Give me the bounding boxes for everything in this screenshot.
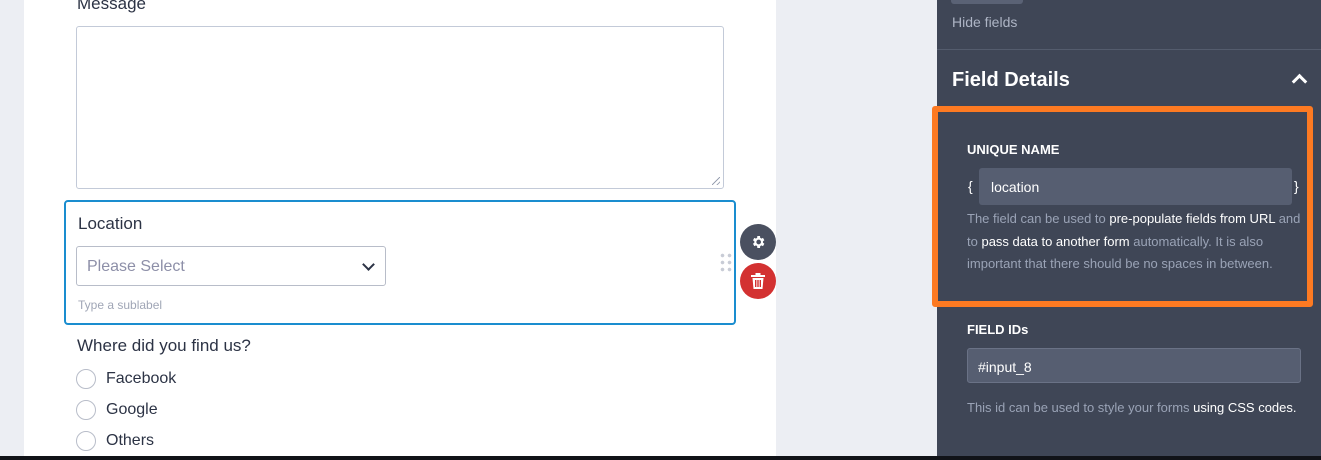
unique-name-highlight [932,106,1313,307]
location-label: Location [78,214,143,233]
css-codes-link[interactable]: using CSS codes. [1193,400,1296,415]
field-ids-heading: FIELD IDs [967,322,1029,337]
unique-name-heading: UNIQUE NAME [967,142,1060,157]
unique-name-input[interactable]: location [979,168,1292,205]
chevron-down-icon [362,258,375,271]
radio-option-others[interactable]: Others [76,431,154,451]
resize-grip-icon[interactable] [712,177,720,185]
radio-circle[interactable] [76,431,96,451]
radio-label: Facebook [106,370,177,387]
window-bottom-edge [0,456,1321,460]
radio-label: Others [106,432,155,449]
gear-icon [753,236,765,248]
desc-text: The field can be used to [967,211,1110,226]
close-brace: } [1294,178,1299,194]
field-details-title[interactable]: Field Details [952,69,1070,92]
radio-circle[interactable] [76,400,96,420]
trash-icon [751,273,765,289]
unique-name-description: The field can be used to pre-populate fi… [967,208,1307,276]
radio-option-facebook[interactable]: Facebook [76,369,176,389]
open-brace: { [968,178,973,194]
field-settings-button[interactable] [740,224,776,260]
location-select-placeholder: Please Select [87,258,185,275]
drag-handle-icon[interactable] [719,252,733,274]
prepopulate-link[interactable]: pre-populate fields from URL [1109,211,1275,226]
location-select[interactable]: Please Select [76,246,386,286]
radio-label: Google [106,401,158,418]
pass-data-link[interactable]: pass data to another form [981,234,1129,249]
hide-fields-label: Hide fields [952,14,1018,30]
hide-fields-toggle[interactable] [951,0,1023,4]
field-delete-button[interactable] [740,263,776,299]
field-id-value: #input_8 [978,359,1032,375]
desc-text: This id can be used to style your forms [967,400,1194,415]
found-us-label: Where did you find us? [77,336,251,355]
properties-panel: Hide fields Field Details UNIQUE NAME { … [932,0,1321,460]
panel-divider [937,49,1321,50]
location-sublabel[interactable]: Type a sublabel [78,298,162,312]
message-label: Message [77,0,146,13]
message-textarea[interactable] [76,26,724,189]
field-id-input[interactable]: #input_8 [967,348,1301,383]
field-ids-description: This id can be used to style your forms … [967,397,1297,420]
location-field[interactable]: Location Please Select Type a sublabel [64,200,736,325]
radio-circle[interactable] [76,369,96,389]
radio-option-google[interactable]: Google [76,400,158,420]
unique-name-value: location [991,179,1040,195]
chevron-up-icon[interactable] [1291,73,1308,90]
